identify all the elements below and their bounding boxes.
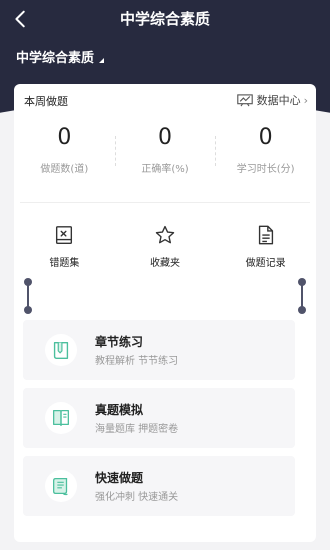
section-quick-practice[interactable]: 快速做题 强化冲刺 快速通关 bbox=[23, 456, 295, 516]
section-subtitle: 教程解析 节节练习 bbox=[95, 356, 179, 367]
stat-label: 做题数(道) bbox=[40, 164, 89, 175]
stat-study-time: 0 学习时长(分) bbox=[215, 124, 316, 184]
section-past-exams[interactable]: 真题模拟 海量题库 押题密卷 bbox=[23, 388, 295, 448]
data-center-label: 数据中心 bbox=[256, 94, 301, 107]
divider bbox=[20, 202, 310, 203]
dropdown-triangle-icon bbox=[99, 58, 105, 63]
right-connector bbox=[298, 278, 306, 314]
tool-records[interactable]: 做题记录 bbox=[215, 224, 316, 274]
chart-board-icon bbox=[236, 93, 253, 106]
chevron-right-icon: › bbox=[303, 93, 308, 107]
weekly-stats: 0 做题数(道) 0 正确率(%) 0 学习时长(分) bbox=[14, 124, 316, 184]
section-subtitle: 海量题库 押题密卷 bbox=[95, 424, 179, 435]
page-title: 中学综合素质 bbox=[119, 10, 210, 28]
section-title: 快速做题 bbox=[95, 471, 144, 485]
section-title: 真题模拟 bbox=[95, 403, 144, 417]
pen-book-icon bbox=[45, 334, 77, 366]
stat-accuracy: 0 正确率(%) bbox=[114, 124, 216, 184]
subject-selector-label: 中学综合素质 bbox=[16, 51, 95, 66]
tool-label: 做题记录 bbox=[245, 258, 286, 269]
weekly-card-title: 本周做题 bbox=[24, 95, 68, 108]
wrong-book-icon bbox=[56, 226, 73, 244]
exam-book-icon bbox=[45, 402, 77, 434]
stat-value: 0 bbox=[258, 125, 273, 150]
top-bar: 中学综合素质 bbox=[0, 0, 330, 38]
page: 中学综合素质 中学综合素质 本周做题 数据中心 › 0 做题数(道) 0 正确率… bbox=[0, 0, 330, 550]
weekly-card-header: 本周做题 数据中心 › bbox=[14, 84, 316, 114]
section-subtitle: 强化冲刺 快速通关 bbox=[95, 492, 179, 503]
tool-wrong-book[interactable]: 错题集 bbox=[14, 224, 115, 274]
stat-question-count: 0 做题数(道) bbox=[14, 124, 115, 184]
tool-favorites[interactable]: 收藏夹 bbox=[115, 224, 216, 274]
stat-value: 0 bbox=[57, 125, 72, 150]
section-title: 章节练习 bbox=[95, 335, 144, 349]
stat-label: 学习时长(分) bbox=[236, 164, 295, 175]
left-connector bbox=[24, 278, 32, 314]
tool-label: 收藏夹 bbox=[150, 258, 180, 269]
data-center-link[interactable]: 数据中心 › bbox=[236, 92, 308, 108]
star-icon bbox=[155, 225, 175, 244]
section-chapter-practice[interactable]: 章节练习 教程解析 节节练习 bbox=[23, 320, 295, 380]
stat-value: 0 bbox=[158, 125, 172, 150]
subject-selector[interactable]: 中学综合素质 bbox=[16, 47, 105, 66]
record-document-icon bbox=[258, 225, 273, 245]
scroll-icon bbox=[45, 470, 77, 502]
tool-row: 错题集 收藏夹 做题记录 bbox=[14, 224, 316, 274]
stat-label: 正确率(%) bbox=[141, 164, 189, 175]
tool-label: 错题集 bbox=[49, 258, 80, 269]
